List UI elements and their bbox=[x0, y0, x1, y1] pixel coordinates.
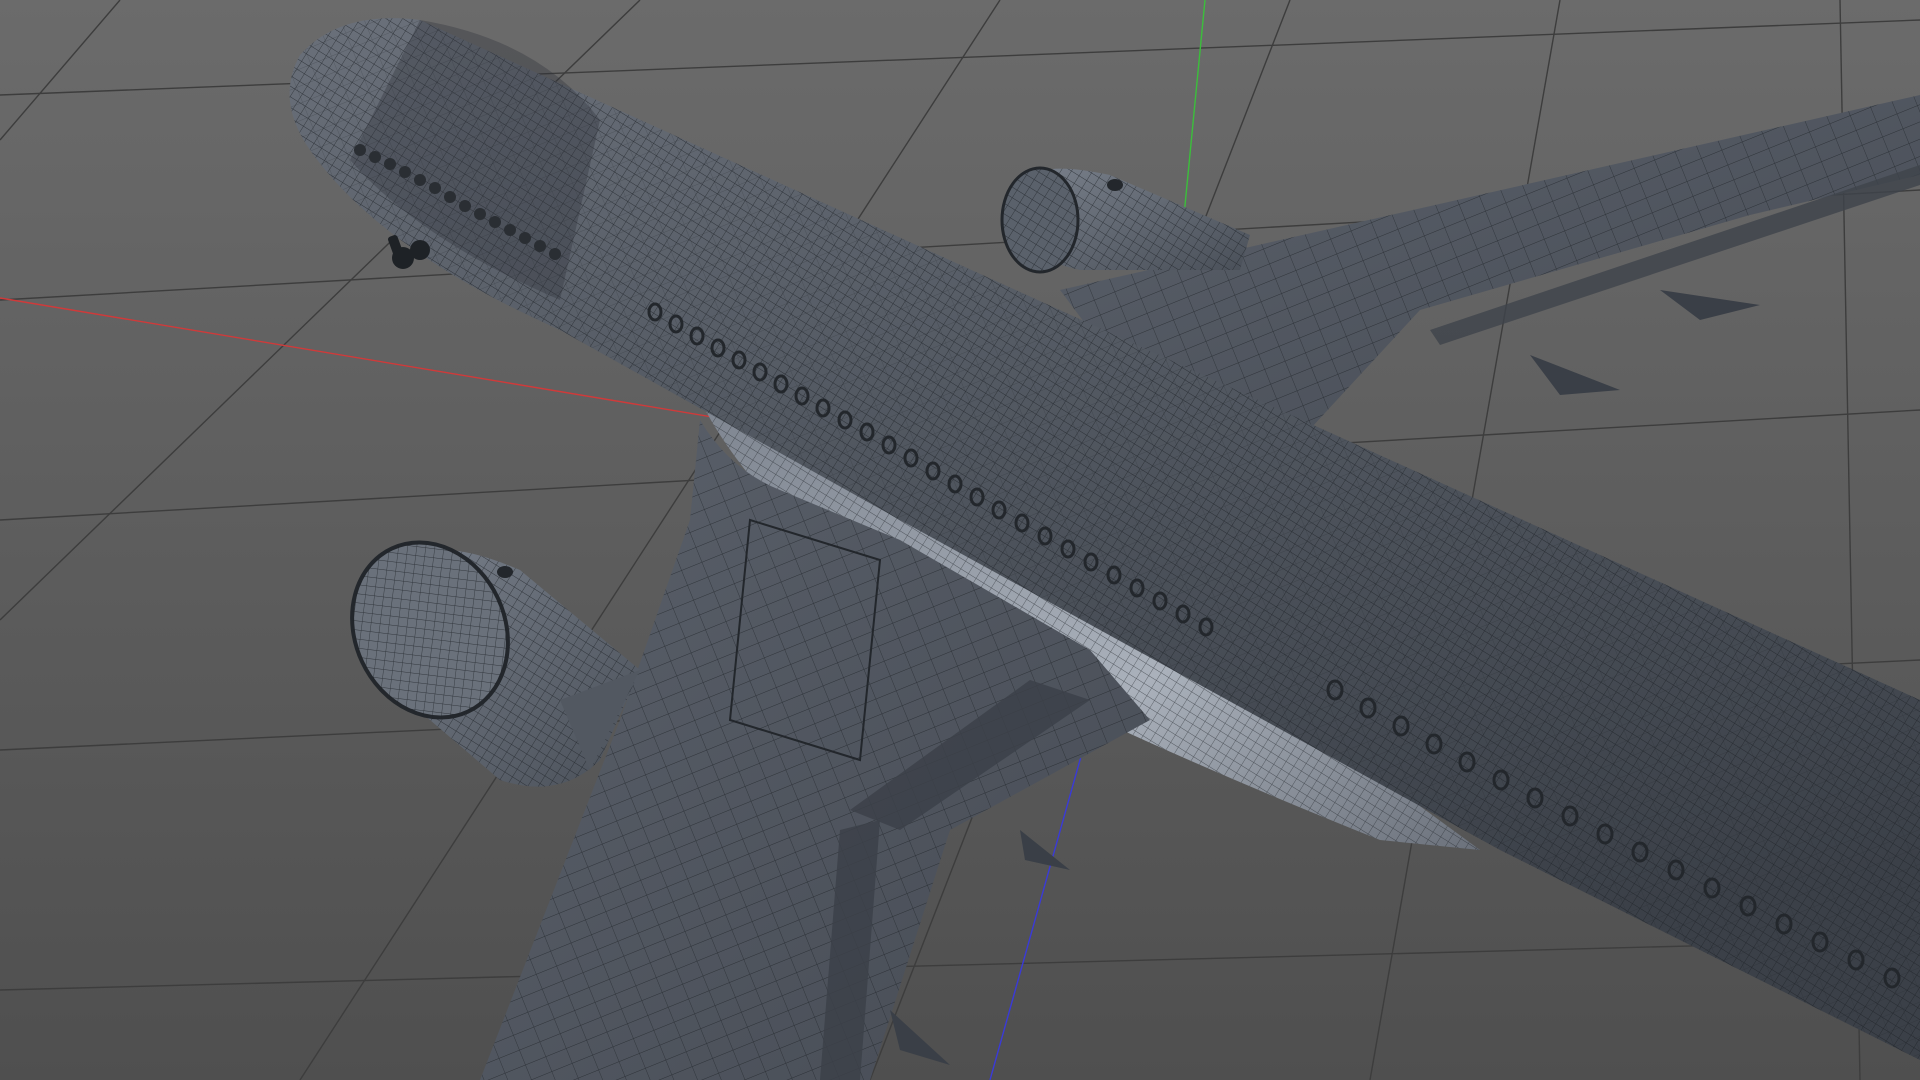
engine-sensor-icon bbox=[1107, 179, 1123, 191]
3d-viewport[interactable] bbox=[0, 0, 1920, 1080]
engine-sensor-icon bbox=[497, 566, 513, 578]
viewport-canvas[interactable] bbox=[0, 0, 1920, 1080]
